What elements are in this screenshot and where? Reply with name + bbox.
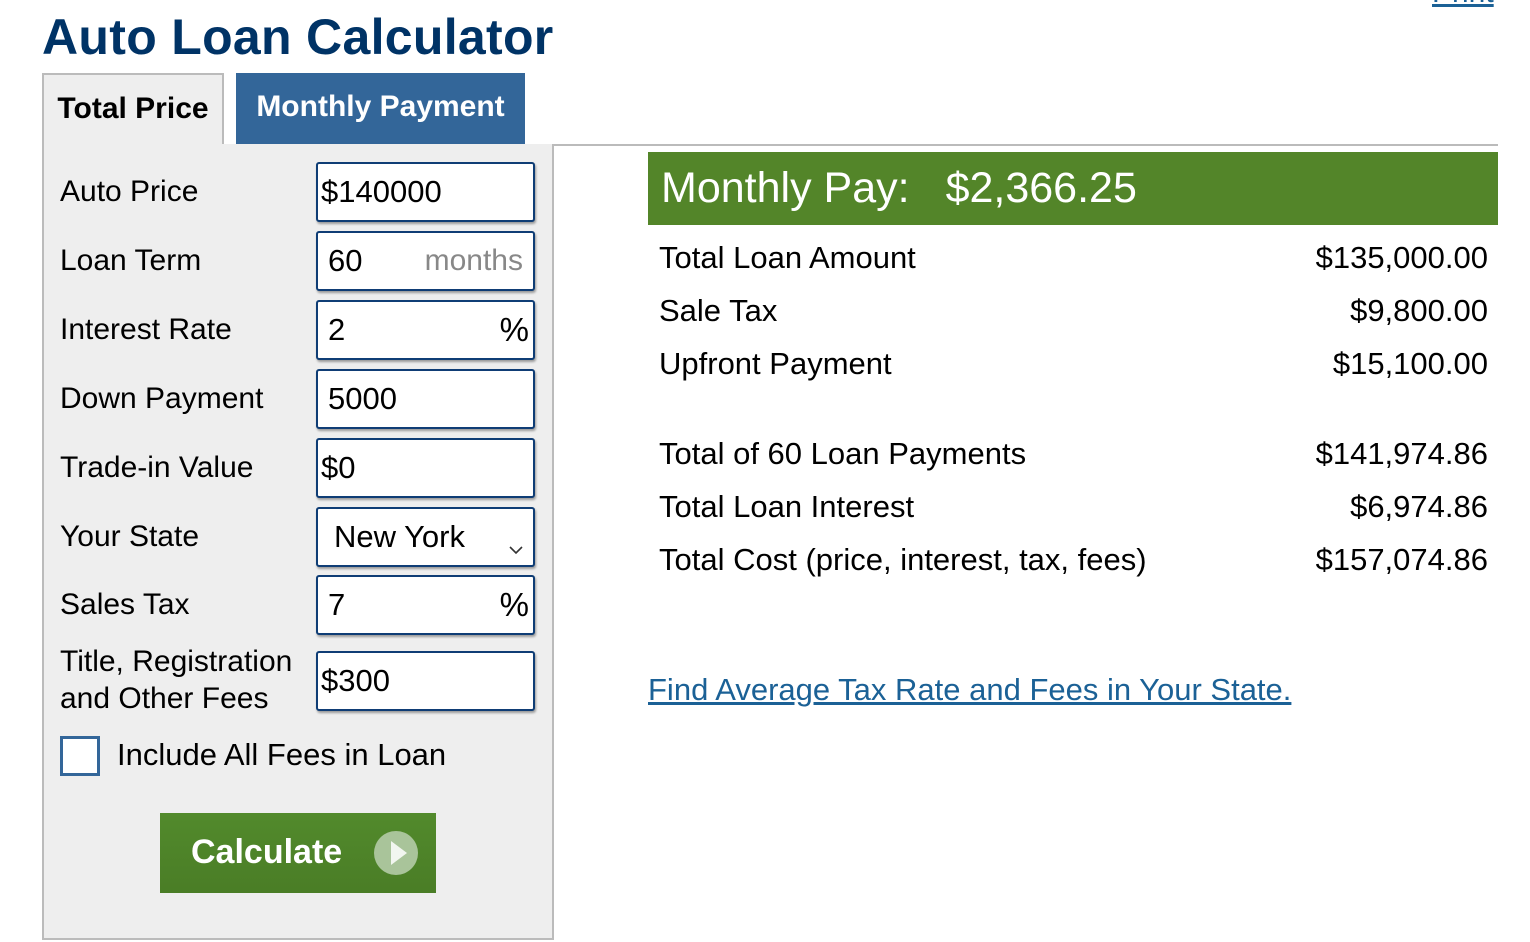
calculate-label: Calculate [191, 833, 343, 871]
fees-input[interactable]: $300 [316, 651, 535, 711]
state-value: New York [334, 519, 465, 554]
loan-term-input[interactable]: 60 months [316, 231, 535, 291]
down-payment-input[interactable]: 5000 [316, 369, 535, 429]
result-label: Total Loan Interest [659, 489, 915, 524]
play-arrow-icon [374, 831, 418, 884]
tab-total-price[interactable]: Total Price [42, 73, 224, 146]
result-value: $157,074.86 [1315, 542, 1488, 577]
find-tax-rate-link[interactable]: Find Average Tax Rate and Fees in Your S… [648, 672, 1291, 708]
auto-price-label: Auto Price [60, 175, 199, 208]
percent-sign: % [499, 311, 529, 348]
percent-sign: % [499, 586, 529, 623]
chevron-down-icon [509, 527, 523, 563]
monthly-pay-value: $2,366.25 [945, 164, 1137, 212]
down-payment-value: 5000 [328, 381, 397, 416]
interest-rate-input[interactable]: 2 % [316, 300, 535, 360]
result-label: Total Cost (price, interest, tax, fees) [659, 542, 1147, 577]
sales-tax-value: 7 [328, 587, 346, 622]
page-title: Auto Loan Calculator [42, 9, 554, 65]
interest-rate-value: 2 [328, 312, 346, 347]
auto-price-value: $140000 [321, 174, 442, 209]
sales-tax-label: Sales Tax [60, 588, 190, 621]
monthly-pay-label: Monthly Pay: [661, 164, 910, 212]
calculate-button[interactable]: Calculate [160, 813, 436, 893]
auto-price-input[interactable]: $140000 [316, 162, 535, 222]
loan-term-label: Loan Term [60, 244, 202, 277]
print-link[interactable]: Print [1432, 0, 1494, 10]
sales-tax-input[interactable]: 7 % [316, 575, 535, 635]
result-label: Total Loan Amount [659, 240, 916, 275]
fees-label-line1: Title, Registration [60, 645, 293, 678]
state-select[interactable]: New York [316, 507, 535, 567]
fees-value: $300 [321, 663, 390, 698]
result-value: $9,800.00 [1350, 293, 1488, 328]
include-fees-label[interactable]: Include All Fees in Loan [117, 737, 446, 773]
include-fees-checkbox[interactable] [60, 736, 100, 776]
result-label: Sale Tax [659, 293, 778, 328]
down-payment-label: Down Payment [60, 382, 264, 415]
result-value: $141,974.86 [1315, 436, 1488, 471]
result-row: Sale Tax $9,800.00 [659, 293, 1488, 329]
result-value: $15,100.00 [1332, 346, 1488, 381]
trade-in-input[interactable]: $0 [316, 438, 535, 498]
result-value: $6,974.86 [1350, 489, 1488, 524]
result-row: Total Loan Interest $6,974.86 [659, 489, 1488, 525]
result-value: $135,000.00 [1315, 240, 1488, 275]
result-row: Total of 60 Loan Payments $141,974.86 [659, 436, 1488, 472]
loan-term-value: 60 [328, 243, 363, 278]
trade-in-value: $0 [321, 450, 356, 485]
result-row: Total Cost (price, interest, tax, fees) … [659, 542, 1488, 578]
trade-in-label: Trade-in Value [60, 451, 254, 484]
state-label: Your State [60, 520, 199, 553]
monthly-pay-banner: Monthly Pay: $2,366.25 [648, 152, 1498, 225]
result-row: Total Loan Amount $135,000.00 [659, 240, 1488, 276]
loan-term-unit: months [424, 244, 523, 277]
fees-label-line2: and Other Fees [60, 682, 269, 715]
result-label: Upfront Payment [659, 346, 892, 381]
tab-monthly-payment[interactable]: Monthly Payment [236, 73, 525, 144]
interest-rate-label: Interest Rate [60, 313, 232, 346]
result-label: Total of 60 Loan Payments [659, 436, 1027, 471]
result-row: Upfront Payment $15,100.00 [659, 346, 1488, 382]
